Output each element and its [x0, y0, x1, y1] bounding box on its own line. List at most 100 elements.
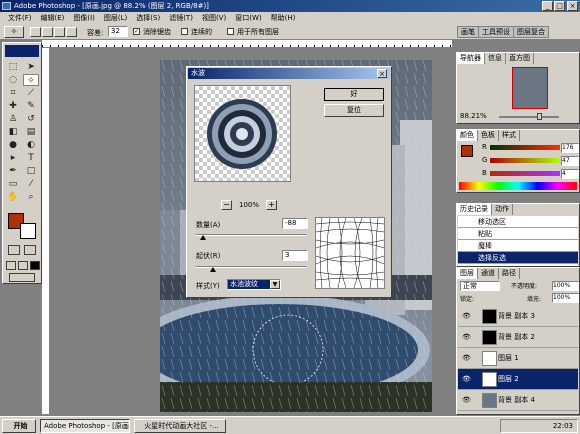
- channels-tab[interactable]: 通道: [478, 268, 499, 279]
- lasso-tool-icon[interactable]: ◌: [5, 74, 21, 86]
- layer-row[interactable]: 背景 副本 3: [458, 306, 578, 327]
- eye-icon[interactable]: 👁: [462, 333, 471, 341]
- history-item[interactable]: 魔棒: [458, 240, 578, 252]
- screen-mode-standard-icon[interactable]: [6, 261, 16, 270]
- history-tab[interactable]: 历史记录: [457, 204, 492, 215]
- type-tool-icon[interactable]: T: [23, 152, 39, 164]
- layer-row[interactable]: 背景 副本 4: [458, 390, 578, 411]
- b-input[interactable]: 4: [561, 169, 579, 179]
- screen-mode-full-icon[interactable]: [30, 261, 40, 270]
- contiguous-checkbox[interactable]: [181, 28, 188, 35]
- antialias-checkbox[interactable]: ✓: [133, 28, 140, 35]
- quickmask-mode-icon[interactable]: [24, 245, 36, 255]
- crop-tool-icon[interactable]: ⌗: [5, 87, 21, 99]
- pen-tool-icon[interactable]: ✒: [5, 165, 21, 177]
- paths-tab[interactable]: 路径: [499, 268, 520, 279]
- eye-icon[interactable]: 👁: [462, 354, 471, 362]
- eye-icon[interactable]: 👁: [462, 312, 471, 320]
- navigator-slider-thumb[interactable]: [537, 113, 542, 120]
- menu-select[interactable]: 选择(S): [136, 13, 160, 23]
- tool-presets-tab[interactable]: 工具预设: [479, 27, 514, 37]
- menu-filter[interactable]: 滤镜(T): [169, 13, 193, 23]
- dodge-tool-icon[interactable]: ◐: [23, 139, 39, 151]
- eraser-tool-icon[interactable]: ◧: [5, 126, 21, 138]
- intersect-selection-icon[interactable]: [66, 27, 77, 37]
- dialog-close-button[interactable]: ×: [377, 69, 387, 78]
- color-tab[interactable]: 颜色: [457, 130, 478, 141]
- new-selection-icon[interactable]: [30, 27, 41, 37]
- hand-tool-icon[interactable]: ✋: [5, 191, 21, 203]
- history-item[interactable]: 移动选区: [458, 216, 578, 228]
- menu-view[interactable]: 视图(V): [202, 13, 226, 23]
- amount-slider-track[interactable]: [196, 234, 306, 236]
- taskbar-browser[interactable]: 火星时代动画大社区 -...: [134, 419, 226, 433]
- add-selection-icon[interactable]: [42, 27, 53, 37]
- brush-tool-icon[interactable]: ✎: [23, 100, 39, 112]
- clone-stamp-icon[interactable]: ♙: [5, 113, 21, 125]
- r-slider[interactable]: [490, 145, 560, 150]
- navigator-tab[interactable]: 导航器: [457, 53, 485, 64]
- tolerance-input[interactable]: 32: [108, 26, 128, 37]
- menu-layer[interactable]: 图层(L): [104, 13, 127, 23]
- gradient-tool-icon[interactable]: ▤: [23, 126, 39, 138]
- standard-mode-icon[interactable]: [8, 245, 20, 255]
- ridges-slider-thumb[interactable]: [209, 267, 216, 272]
- taskbar-photoshop[interactable]: Adobe Photoshop - [原画...: [40, 419, 130, 433]
- styles-tab[interactable]: 样式: [499, 130, 520, 141]
- b-slider[interactable]: [490, 171, 560, 176]
- zoom-in-button[interactable]: +: [266, 200, 277, 210]
- layers-tab[interactable]: 图层: [457, 268, 478, 279]
- layer-comps-tab[interactable]: 图层复合: [514, 27, 548, 37]
- layer-row-selected[interactable]: 图层 2: [458, 369, 578, 390]
- info-tab[interactable]: 信息: [485, 53, 506, 64]
- color-foreground-swatch[interactable]: [461, 145, 473, 157]
- r-input[interactable]: 176: [561, 143, 579, 153]
- reset-button[interactable]: 复位: [324, 104, 384, 117]
- ridges-input[interactable]: 3: [282, 250, 308, 261]
- blend-mode-select[interactable]: 正常: [460, 281, 500, 291]
- g-input[interactable]: 47: [561, 156, 579, 166]
- navigator-zoom-slider[interactable]: [499, 116, 559, 118]
- g-slider[interactable]: [490, 158, 560, 163]
- amount-slider-thumb[interactable]: [199, 235, 206, 240]
- swatches-tab[interactable]: 色板: [478, 130, 499, 141]
- jump-to-imageready-icon[interactable]: [9, 273, 35, 282]
- menu-edit[interactable]: 编辑(E): [41, 13, 65, 23]
- all-layers-checkbox[interactable]: [227, 28, 234, 35]
- notes-tool-icon[interactable]: ▭: [5, 178, 21, 190]
- menu-image[interactable]: 图像(I): [73, 13, 95, 23]
- zoom-tool-icon[interactable]: ⌕: [23, 191, 39, 203]
- opacity-input[interactable]: 100%: [552, 281, 579, 291]
- amount-input[interactable]: -88: [282, 218, 308, 229]
- brushes-tab[interactable]: 画笔: [458, 27, 479, 37]
- actions-tab[interactable]: 动作: [492, 204, 513, 215]
- marquee-tool-icon[interactable]: ⬚: [5, 61, 21, 73]
- eye-icon[interactable]: 👁: [462, 396, 471, 404]
- shape-tool-icon[interactable]: □: [23, 165, 39, 177]
- minimize-button[interactable]: _: [542, 1, 553, 11]
- healing-brush-icon[interactable]: ✚: [5, 100, 21, 112]
- layer-row[interactable]: 图层 1: [458, 348, 578, 369]
- maximize-button[interactable]: □: [554, 1, 565, 11]
- menu-file[interactable]: 文件(F): [8, 13, 32, 23]
- zoom-out-button[interactable]: −: [221, 200, 232, 210]
- navigator-zoom[interactable]: 88.21%: [460, 112, 487, 120]
- menu-window[interactable]: 窗口(W): [235, 13, 261, 23]
- histogram-tab[interactable]: 直方图: [506, 53, 534, 64]
- history-brush-icon[interactable]: ↺: [23, 113, 39, 125]
- subtract-selection-icon[interactable]: [54, 27, 65, 37]
- path-select-icon[interactable]: ▸: [5, 152, 21, 164]
- move-tool-icon[interactable]: ➤: [23, 61, 39, 73]
- start-button[interactable]: 开始: [2, 419, 36, 433]
- eyedropper-tool-icon[interactable]: ⁄: [23, 178, 39, 190]
- fill-input[interactable]: 100%: [552, 293, 579, 303]
- color-spectrum-bar[interactable]: [459, 182, 577, 190]
- blur-tool-icon[interactable]: ●: [5, 139, 21, 151]
- chevron-down-icon[interactable]: ▼: [270, 280, 280, 289]
- menu-help[interactable]: 帮助(H): [271, 13, 296, 23]
- preview-pane[interactable]: [194, 85, 291, 182]
- magic-wand-tool-icon[interactable]: ✧: [23, 74, 39, 86]
- magic-wand-preset-icon[interactable]: ✧: [4, 26, 24, 38]
- close-button[interactable]: ×: [567, 1, 578, 11]
- slice-tool-icon[interactable]: ⟋: [23, 87, 39, 99]
